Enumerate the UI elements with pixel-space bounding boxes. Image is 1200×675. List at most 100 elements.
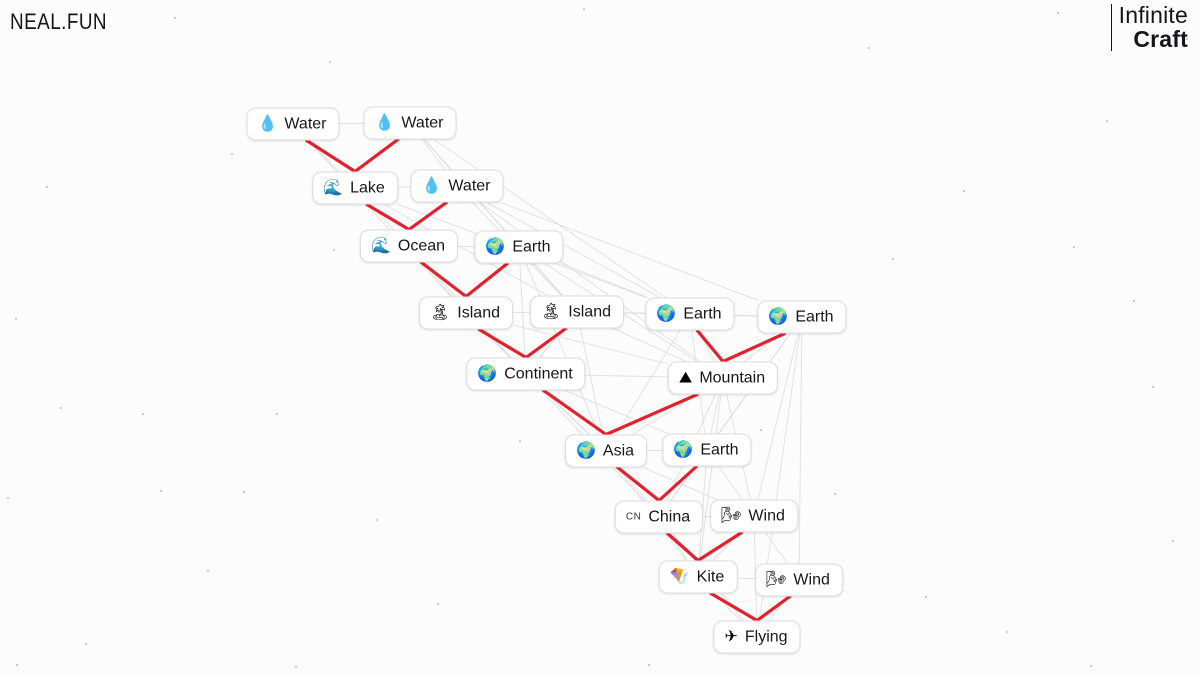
recipe-connection: [305, 138, 357, 174]
recipe-connection: [407, 200, 449, 232]
element-node-label: Island: [457, 304, 501, 321]
element-node-earth[interactable]: 🌍 Earth: [645, 297, 735, 331]
element-node-label: Wind: [748, 507, 785, 524]
background-dot: [437, 603, 439, 605]
background-connection: [632, 394, 697, 435]
element-node-label: Island: [568, 303, 612, 320]
element-node-island[interactable]: 🏝 Island: [418, 296, 514, 330]
background-connection: [424, 139, 563, 296]
background-dot: [376, 519, 378, 521]
mountain-icon: ⛰: [678, 369, 693, 386]
background-connection: [481, 329, 511, 358]
background-connection: [698, 330, 715, 362]
element-node-earth[interactable]: 🌍 Earth: [474, 230, 564, 264]
background-dot: [1152, 386, 1154, 388]
background-connection: [369, 204, 395, 230]
element-node-label: Earth: [683, 305, 722, 322]
element-node-water[interactable]: 💧 Water: [363, 106, 457, 140]
background-dot: [963, 190, 965, 192]
background-dot: [333, 249, 335, 251]
background-connection: [539, 328, 564, 358]
globe-icon: 🌍: [575, 442, 596, 459]
background-dot: [834, 493, 836, 495]
globe-icon: 🌍: [485, 238, 506, 255]
background-connection: [565, 390, 668, 434]
background-dot: [329, 61, 331, 63]
element-node-china[interactable]: CN China: [614, 500, 704, 534]
background-connection: [670, 466, 696, 501]
title-line-craft: Craft: [1133, 25, 1188, 52]
water-droplet-icon: 💧: [257, 115, 278, 132]
background-connection: [519, 263, 526, 358]
element-node-wind[interactable]: 🌬 Wind: [710, 499, 798, 533]
recipe-connection: [721, 331, 787, 364]
element-node-label: Lake: [350, 179, 385, 196]
background-dot: [648, 664, 650, 666]
background-connection: [433, 139, 667, 298]
element-node-water[interactable]: 💧 Water: [246, 107, 340, 141]
background-dot: [760, 429, 762, 431]
element-node-kite[interactable]: 🪁 Kite: [658, 560, 738, 594]
element-node-island[interactable]: 🏝 Island: [529, 295, 625, 329]
recipe-connections-layer: [305, 137, 792, 623]
element-node-label: Earth: [512, 238, 551, 255]
element-node-flying[interactable]: ✈ Flying: [713, 620, 801, 654]
recipe-connection: [695, 328, 725, 364]
background-connection: [718, 466, 743, 500]
background-connection: [613, 328, 687, 362]
background-dot: [7, 497, 9, 499]
recipe-connection: [419, 260, 468, 299]
recipe-connection: [616, 465, 661, 503]
background-starfield: [0, 0, 1200, 675]
element-node-water[interactable]: 💧 Water: [410, 169, 504, 203]
element-node-label: Continent: [504, 365, 573, 382]
background-dot: [583, 8, 585, 10]
recipe-connection: [755, 594, 792, 623]
island-icon: 🏝: [540, 303, 562, 320]
element-node-label: Ocean: [397, 237, 446, 254]
background-dot: [1057, 12, 1059, 14]
background-dot: [207, 570, 209, 572]
background-connection: [713, 593, 742, 621]
background-dot: [868, 47, 870, 49]
infinite-craft-canvas[interactable]: NEAL.FUN Infinite Craft 💧 Water 💧 Water 🌊 Lak…: [0, 0, 1200, 675]
element-node-label: Water: [401, 114, 444, 131]
airplane-icon: ✈: [724, 628, 738, 645]
background-connection: [525, 263, 600, 435]
background-connection: [643, 467, 717, 500]
background-connection: [699, 394, 722, 561]
background-connection: [421, 139, 446, 170]
background-dot: [85, 643, 87, 645]
background-dot: [1133, 300, 1135, 302]
element-node-earth[interactable]: 🌍 Earth: [757, 300, 847, 334]
background-dot: [142, 413, 144, 415]
wind-icon: 🌬: [766, 571, 787, 588]
background-dot: [519, 440, 521, 442]
background-dot: [1090, 665, 1092, 667]
background-connection: [479, 202, 701, 362]
flag-cn-icon: CN: [625, 511, 642, 522]
background-connection: [670, 333, 791, 501]
background-connection: [422, 262, 453, 297]
element-node-mountain[interactable]: ⛰ Mountain: [667, 361, 779, 395]
globe-icon: 🌍: [656, 305, 677, 322]
background-connection: [618, 467, 647, 501]
element-node-label: Asia: [602, 442, 635, 459]
element-node-earth[interactable]: 🌍 Earth: [662, 433, 752, 467]
element-node-asia[interactable]: 🌍 Asia: [564, 434, 648, 468]
recipe-connection: [657, 464, 699, 503]
element-node-label: Wind: [793, 571, 830, 588]
recipe-connection: [464, 261, 509, 299]
title-line-infinite: Infinite: [1118, 2, 1188, 28]
element-node-lake[interactable]: 🌊 Lake: [312, 171, 398, 205]
background-connection: [798, 333, 803, 564]
element-node-ocean[interactable]: 🌊 Ocean: [359, 229, 459, 263]
element-node-continent[interactable]: 🌍 Continent: [466, 357, 586, 391]
background-dot: [16, 664, 18, 666]
background-connection: [765, 532, 788, 564]
background-dot: [276, 413, 278, 415]
background-dot: [160, 490, 162, 492]
element-node-wind[interactable]: 🌬 Wind: [755, 563, 843, 597]
neal-fun-logo[interactable]: NEAL.FUN: [10, 9, 107, 35]
background-dot: [174, 17, 176, 19]
